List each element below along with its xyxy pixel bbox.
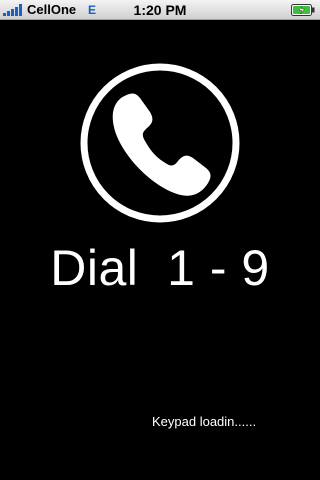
battery-charging-icon xyxy=(291,4,315,16)
phone-handset-icon xyxy=(79,62,241,224)
status-bar: CellOne E 1:20 PM xyxy=(0,0,320,20)
status-time: 1:20 PM xyxy=(133,2,187,18)
loading-text: Keypad loadin...... xyxy=(152,414,257,429)
dial-title: Dial 1 - 9 xyxy=(50,240,270,296)
